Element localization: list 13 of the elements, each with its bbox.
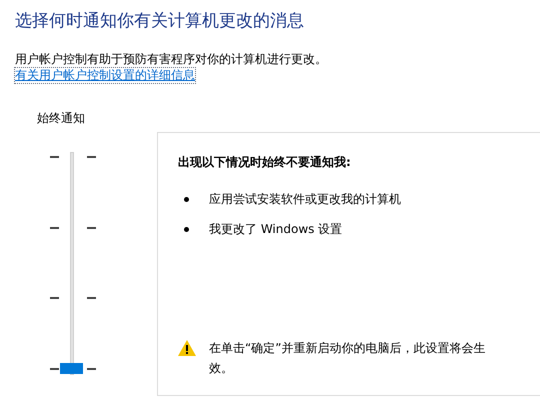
vertical-slider[interactable] [60,152,83,375]
bullet-text: 应用尝试安装软件或更改我的计算机 [209,191,401,208]
slider-top-label: 始终通知 [37,110,85,127]
bullet-text: 我更改了 Windows 设置 [209,221,342,238]
warning-icon [178,340,196,356]
slider-thumb[interactable] [60,363,83,374]
page-title: 选择何时通知你有关计算机更改的消息 [15,10,304,33]
panel-heading: 出现以下情况时始终不要通知我: [178,154,351,171]
description: 用户帐户控制有助于预防有害程序对你的计算机进行更改。 [15,51,327,68]
warning-text: 在单击“确定”并重新启动你的电脑后，此设置将会生效。 [209,340,486,377]
bullet-icon [184,196,189,202]
bullet-icon [184,226,189,232]
details-link[interactable]: 有关用户帐户控制设置的详细信息 [14,67,196,84]
